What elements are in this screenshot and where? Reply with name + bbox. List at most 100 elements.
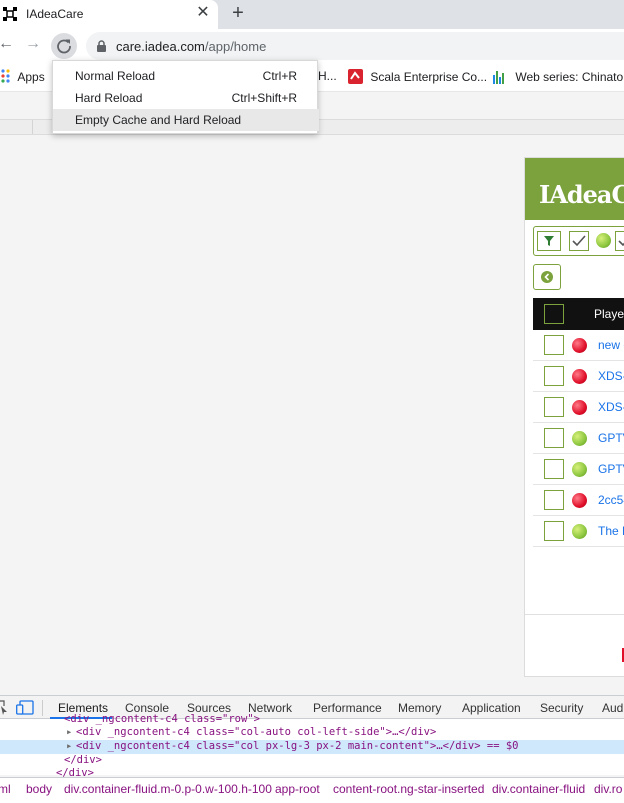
back-arrow-icon[interactable]: ←: [0, 35, 14, 53]
expand-triangle-icon[interactable]: ▸: [66, 726, 72, 738]
browser-toolbar: ← → care.iadea.com/app/home: [0, 29, 624, 62]
row-checkbox[interactable]: [544, 521, 564, 541]
player-name-link[interactable]: XDS-: [598, 369, 624, 383]
apps-grid-icon: [1, 69, 10, 83]
expand-triangle-icon[interactable]: ▸: [66, 740, 72, 752]
bookmark-label: Scala Enterprise Co...: [370, 70, 488, 84]
app-header: IAdeaC: [525, 158, 624, 220]
tab-title: IAdeaCare: [26, 7, 84, 21]
dom-node-text: <div _ngcontent-c4 class="col px-lg-3 px…: [76, 740, 519, 752]
online-status-icon: [572, 431, 587, 446]
menu-item-empty-cache-hard-reload[interactable]: Empty Cache and Hard Reload: [53, 109, 319, 131]
dom-node-main-content[interactable]: ▸ <div _ngcontent-c4 class="col px-lg-3 …: [0, 740, 624, 754]
menu-item-shortcut: Ctrl+Shift+R: [231, 91, 297, 105]
player-name-link[interactable]: GPTV: [598, 462, 624, 476]
filter-button[interactable]: [537, 231, 561, 251]
bookmark-truncated[interactable]: H...: [318, 69, 337, 83]
offline-status-icon: [572, 338, 587, 353]
table-row[interactable]: XDS-: [533, 361, 624, 392]
table-row[interactable]: 2cc54: [533, 485, 624, 516]
online-status-icon: [572, 462, 587, 477]
online-status-icon: [572, 524, 587, 539]
back-button[interactable]: [533, 264, 561, 290]
strip-divider: [32, 120, 33, 134]
player-name-link[interactable]: XDS-: [598, 400, 624, 414]
browser-tab[interactable]: IAdeaCare ✕: [0, 0, 218, 29]
iadeacare-panel: IAdeaC Player new c XDS- XDS- GPTV GPTV 2cc54: [524, 157, 624, 677]
bar-chart-icon: [493, 71, 504, 84]
player-name-link[interactable]: new c: [598, 338, 624, 352]
player-name-link[interactable]: GPTV: [598, 431, 624, 445]
iadea-logo: IAdeaC: [539, 180, 624, 209]
player-name-link[interactable]: 2cc54: [598, 493, 624, 507]
url-text: care.iadea.com/app/home: [116, 39, 266, 54]
online-filter-checkbox[interactable]: [615, 231, 624, 251]
breadcrumb-item[interactable]: ml: [0, 782, 11, 796]
row-checkbox[interactable]: [544, 428, 564, 448]
url-host: care.iadea.com: [116, 39, 205, 54]
forward-arrow-icon[interactable]: →: [25, 35, 41, 53]
table-row[interactable]: XDS-: [533, 392, 624, 423]
row-checkbox[interactable]: [544, 366, 564, 386]
row-checkbox[interactable]: [544, 335, 564, 355]
lock-icon: [97, 40, 106, 52]
scala-icon: [348, 69, 363, 84]
dom-node-row[interactable]: <div _ngcontent-c4 class="row">: [0, 713, 624, 727]
new-tab-button[interactable]: +: [228, 2, 248, 24]
reload-button[interactable]: [51, 33, 77, 59]
offline-status-icon: [572, 369, 587, 384]
bookmark-apps[interactable]: Apps: [0, 69, 45, 84]
card-divider: [525, 614, 624, 615]
menu-item-label: Normal Reload: [75, 69, 156, 83]
close-tab-icon[interactable]: ✕: [194, 4, 212, 22]
row-checkbox[interactable]: [544, 490, 564, 510]
table-row[interactable]: GPTV: [533, 423, 624, 454]
filter-toolbar: [533, 226, 624, 256]
reload-context-menu: Normal Reload Ctrl+R Hard Reload Ctrl+Sh…: [52, 60, 319, 134]
players-table-header: Player: [533, 298, 624, 330]
online-filter-icon[interactable]: [596, 233, 611, 248]
bookmark-label: Apps: [17, 70, 45, 84]
breadcrumb-item[interactable]: body: [26, 782, 52, 796]
player-column-header: Player: [594, 307, 624, 321]
bookmark-scala[interactable]: Scala Enterprise Co...: [348, 69, 487, 84]
dom-node-close[interactable]: </div>: [0, 754, 624, 768]
menu-item-label: Empty Cache and Hard Reload: [75, 113, 242, 127]
table-row[interactable]: The H: [533, 516, 624, 547]
tab-strip: IAdeaCare ✕ +: [0, 0, 624, 29]
table-row[interactable]: new c: [533, 330, 624, 361]
offline-status-icon: [572, 493, 587, 508]
breadcrumb-item[interactable]: app-root: [275, 782, 320, 796]
offline-status-icon: [572, 400, 587, 415]
url-path: /app/home: [204, 39, 267, 54]
menu-item-label: Hard Reload: [75, 91, 143, 105]
row-checkbox[interactable]: [544, 459, 564, 479]
dom-node-text: </div>: [64, 754, 102, 766]
row-checkbox[interactable]: [544, 397, 564, 417]
dom-node-left-side[interactable]: ▸ <div _ngcontent-c4 class="col-auto col…: [0, 726, 624, 740]
player-name-link[interactable]: The H: [598, 524, 624, 538]
select-all-checkbox[interactable]: [569, 231, 589, 251]
iadea-favicon-icon: [3, 7, 17, 21]
breadcrumb-item[interactable]: div.ro: [594, 782, 622, 796]
reload-icon: [57, 39, 71, 54]
header-select-checkbox[interactable]: [544, 304, 564, 324]
bookmark-label: H...: [318, 69, 337, 83]
checkmark-icon: [572, 235, 586, 247]
breadcrumb-item[interactable]: div.container-fluid: [492, 782, 585, 796]
dom-node-text: <div _ngcontent-c4 class="col-auto col-l…: [76, 726, 437, 738]
breadcrumb-item[interactable]: div.container-fluid.m-0.p-0.w-100.h-100: [64, 782, 272, 796]
filter-funnel-icon: [544, 236, 554, 246]
back-circle-icon: [541, 271, 553, 283]
dom-node-text: <div _ngcontent-c4 class="row">: [64, 713, 260, 725]
elements-dom-tree: <div _ngcontent-c4 class="row"> ▸ <div _…: [0, 713, 624, 779]
menu-item-hard-reload[interactable]: Hard Reload Ctrl+Shift+R: [53, 87, 319, 109]
bookmark-label: Web series: Chinato...: [515, 70, 624, 84]
dom-breadcrumbs: ml body div.container-fluid.m-0.p-0.w-10…: [0, 777, 624, 803]
bookmark-web-series[interactable]: Web series: Chinato...: [492, 69, 624, 84]
address-bar[interactable]: care.iadea.com/app/home: [86, 32, 624, 60]
breadcrumb-item[interactable]: content-root.ng-star-inserted: [333, 782, 484, 796]
table-row[interactable]: GPTV: [533, 454, 624, 485]
checkmark-icon: [618, 240, 624, 247]
menu-item-normal-reload[interactable]: Normal Reload Ctrl+R: [53, 65, 319, 87]
